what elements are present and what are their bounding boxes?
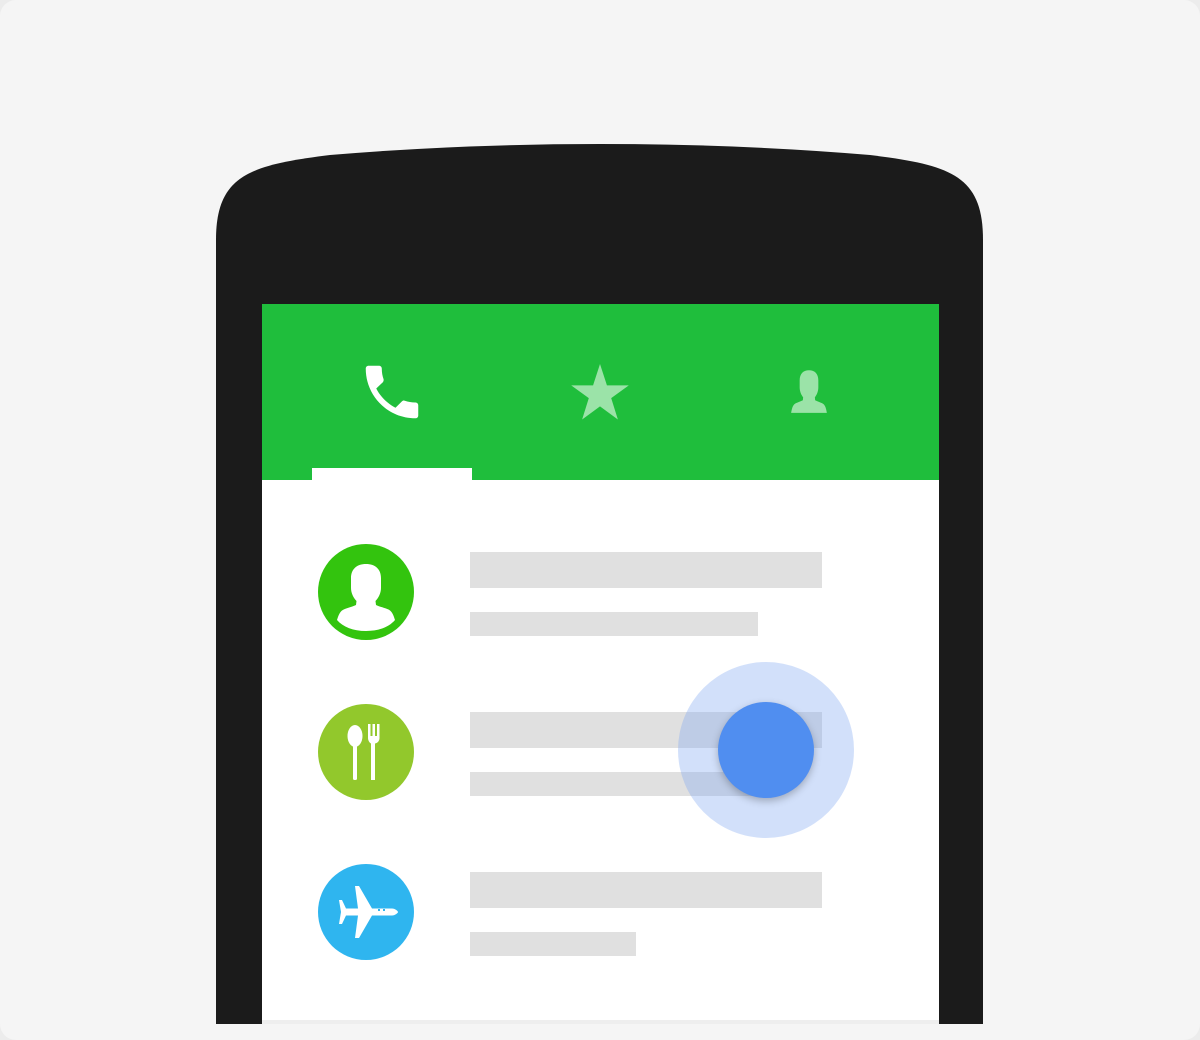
primary-text-placeholder [470,552,822,588]
app-bar [262,304,939,480]
list-item[interactable] [262,520,939,680]
touch-point-indicator [718,702,814,798]
avatar [318,704,414,800]
primary-text-placeholder [470,872,822,908]
airplane-icon [339,886,398,938]
selected-tab-indicator [312,468,472,480]
phone-screen [262,304,939,1024]
list-item[interactable] [262,840,939,1000]
secondary-text-placeholder [470,932,636,956]
tab-favorites[interactable] [487,304,712,480]
tab-calls[interactable] [279,304,504,480]
restaurant-icon [347,724,380,780]
avatar [318,864,414,960]
phone-icon [365,365,418,419]
star-icon [570,364,629,420]
person-icon [790,370,827,413]
avatar [318,544,414,640]
tab-contacts[interactable] [696,304,921,480]
secondary-text-placeholder [470,612,758,636]
screen-divider [262,1020,939,1024]
person-icon [337,564,395,631]
background-canvas [0,0,1200,1040]
